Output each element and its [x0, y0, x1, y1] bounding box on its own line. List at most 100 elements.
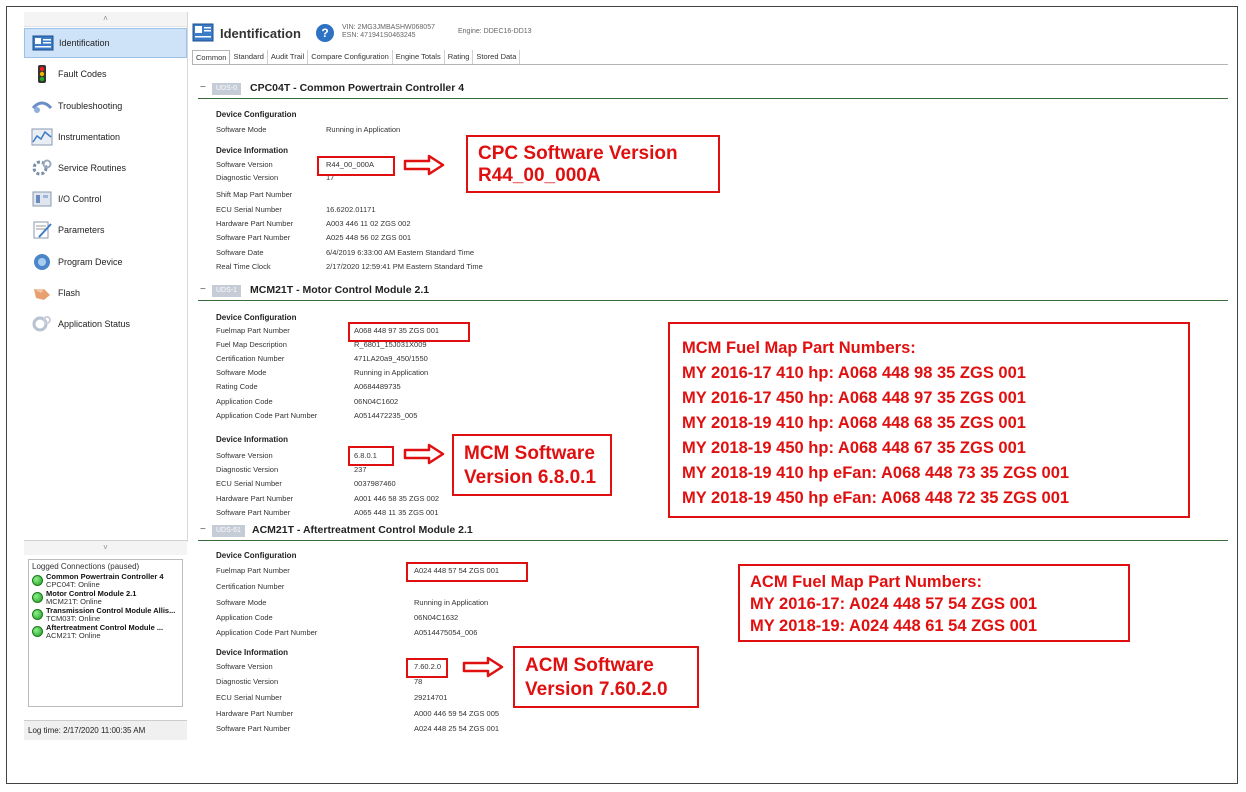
sidebar-item-identification[interactable]: Identification [24, 28, 187, 59]
field-label: Certification Number [216, 582, 285, 591]
sidebar-item-label: Parameters [58, 225, 105, 236]
log-time: Log time: 2/17/2020 11:00:35 AM [24, 720, 187, 740]
field-label: Software Mode [216, 125, 267, 134]
sidebar: ˄ Identification Fault Codes Troubleshoo… [24, 12, 188, 542]
sidebar-item-fault-codes[interactable]: Fault Codes [24, 59, 187, 89]
sidebar-item-instrumentation[interactable]: Instrumentation [24, 122, 187, 152]
sidebar-item-application-status[interactable]: Application Status [24, 309, 187, 339]
field-value: 237 [354, 465, 367, 474]
page-header: Identification ? VIN: 2MG3JMBASHW068057 … [190, 20, 1230, 48]
field-label: ECU Serial Number [216, 693, 282, 702]
collapse-icon[interactable]: − [200, 82, 206, 93]
field-value: A0514472235_005 [354, 411, 418, 420]
tab-audit-trail[interactable]: Audit Trail [268, 50, 309, 64]
connection-item[interactable]: Common Powertrain Controller 4 CPC04T: O… [32, 573, 179, 589]
mcm-section-header[interactable]: − UDS-1 MCM21T - Motor Control Module 2.… [198, 282, 1228, 301]
group-title: Device Information [216, 435, 289, 444]
callout-line: R44_00_000A [478, 165, 601, 186]
program-device-icon [30, 251, 54, 273]
field-value: A000 446 59 54 ZGS 005 [414, 709, 500, 718]
cpc-software-callout: CPC Software Version R44_00_000A [466, 135, 720, 193]
field-label: Application Code [216, 397, 273, 406]
arrow-icon [403, 443, 445, 465]
field-value: 78 [414, 677, 423, 686]
io-control-icon [30, 188, 54, 210]
callout-line: MY 2016-17: A024 448 57 54 ZGS 001 [750, 595, 1038, 613]
field-label: Fuelmap Part Number [216, 566, 290, 575]
logged-connections-list: Logged Connections (paused) Common Power… [28, 559, 183, 707]
sidebar-item-io-control[interactable]: I/O Control [24, 184, 187, 214]
field-value: A0684489735 [354, 382, 401, 391]
connection-item[interactable]: Motor Control Module 2.1 MCM21T: Online [32, 590, 179, 606]
field-label: Software Version [216, 160, 273, 169]
sidebar-item-label: I/O Control [58, 194, 102, 205]
tab-rating[interactable]: Rating [445, 50, 474, 64]
field-label: Software Date [216, 248, 264, 257]
field-value: Running in Application [326, 125, 401, 134]
mcm-fuel-map-callout: MCM Fuel Map Part Numbers: MY 2016-17 41… [668, 322, 1190, 518]
identification-icon [31, 32, 55, 54]
sidebar-item-troubleshooting[interactable]: Troubleshooting [24, 91, 187, 121]
field-label: Software Mode [216, 368, 267, 377]
cpc-section-header[interactable]: − UDS-0 CPC04T - Common Powertrain Contr… [198, 80, 1228, 99]
field-label: Diagnostic Version [216, 173, 279, 182]
collapse-icon[interactable]: − [200, 524, 206, 535]
field-value: 06N04C1602 [354, 397, 399, 406]
troubleshooting-icon [30, 95, 54, 117]
tab-compare-configuration[interactable]: Compare Configuration [308, 50, 393, 64]
sidebar-item-program-device[interactable]: Program Device [24, 247, 187, 277]
tab-standard[interactable]: Standard [230, 50, 268, 64]
service-routines-icon [30, 157, 54, 179]
sidebar-item-parameters[interactable]: Parameters [24, 215, 187, 245]
sidebar-item-label: Program Device [58, 256, 123, 267]
field-value: 471LA20a9_450/1550 [354, 354, 428, 363]
connections-panel: ˅ Logged Connections (paused) Common Pow… [24, 540, 187, 721]
acm-software-callout: ACM Software Version 7.60.2.0 [513, 646, 699, 708]
engine-label: Engine: DDEC16-DD13 [458, 28, 532, 35]
field-label: Diagnostic Version [216, 465, 279, 474]
tab-common[interactable]: Common [192, 50, 231, 64]
callout-line: ACM Fuel Map Part Numbers: [750, 573, 982, 591]
field-label: Application Code Part Number [216, 628, 318, 637]
connection-status: ACM21T: Online [46, 631, 101, 640]
field-label: Fuelmap Part Number [216, 326, 290, 335]
field-label: Fuel Map Description [216, 340, 287, 349]
online-status-icon [32, 592, 43, 603]
uds-badge: UDS-0 [212, 83, 242, 95]
identification-icon [192, 22, 214, 44]
field-value: Running in Application [354, 368, 429, 377]
section-title: MCM21T - Motor Control Module 2.1 [250, 284, 430, 296]
collapse-down-button[interactable]: ˅ [24, 541, 187, 555]
sidebar-item-label: Application Status [58, 318, 131, 329]
callout-line: MY 2018-19 410 hp eFan: A068 448 73 35 Z… [682, 464, 1070, 482]
connection-status: CPC04T: Online [46, 580, 100, 589]
callout-line: MCM Fuel Map Part Numbers: [682, 339, 916, 357]
section-title: ACM21T - Aftertreatment Control Module 2… [252, 524, 473, 536]
mcm-fuelmap-highlight [348, 322, 470, 342]
field-label: Hardware Part Number [216, 494, 294, 503]
acm-section-header[interactable]: − UDS-61 ACM21T - Aftertreatment Control… [198, 522, 1228, 541]
field-label: Software Mode [216, 598, 267, 607]
field-value: A0514475054_006 [414, 628, 478, 637]
group-title: Device Configuration [216, 551, 297, 560]
acm-fuelmap-highlight [406, 562, 528, 582]
sidebar-item-flash[interactable]: Flash [24, 278, 187, 308]
callout-line: MY 2018-19 450 hp eFan: A068 448 72 35 Z… [682, 489, 1070, 507]
field-value: 6/4/2019 6:33:00 AM Eastern Standard Tim… [326, 248, 475, 257]
help-icon[interactable]: ? [316, 24, 334, 42]
connection-status: TCM03T: Online [46, 614, 101, 623]
collapse-icon[interactable]: − [200, 284, 206, 295]
field-label: Shift Map Part Number [216, 190, 293, 199]
connection-item[interactable]: Aftertreatment Control Module ... ACM21T… [32, 624, 179, 640]
field-value: A025 448 56 02 ZGS 001 [326, 233, 412, 242]
online-status-icon [32, 609, 43, 620]
fault-codes-icon [30, 63, 54, 85]
sidebar-item-service-routines[interactable]: Service Routines [24, 153, 187, 183]
tab-bar: Common Standard Audit Trail Compare Conf… [192, 50, 1228, 65]
callout-line: MCM Software [464, 443, 595, 464]
connection-item[interactable]: Transmission Control Module Allis... TCM… [32, 607, 179, 623]
field-label: Hardware Part Number [216, 709, 294, 718]
tab-engine-totals[interactable]: Engine Totals [393, 50, 445, 64]
collapse-up-button[interactable]: ˄ [24, 12, 187, 27]
tab-stored-data[interactable]: Stored Data [473, 50, 521, 64]
